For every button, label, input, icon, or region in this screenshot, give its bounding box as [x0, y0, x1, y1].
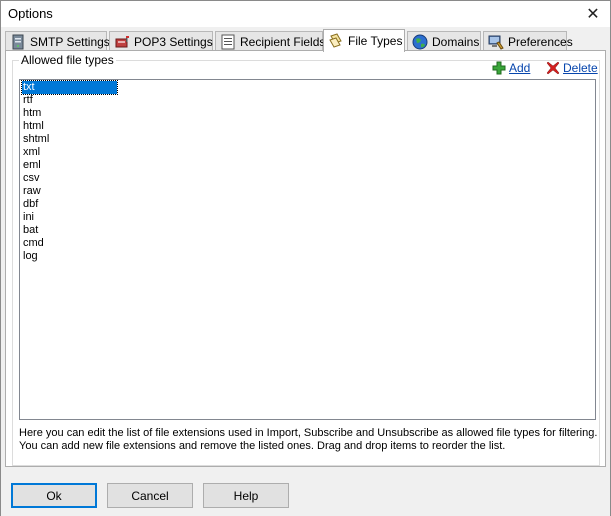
file-types-panel: Allowed file types Add Delete txt rtf htm h…: [5, 50, 606, 467]
list-item[interactable]: xml: [22, 146, 41, 159]
list-item[interactable]: raw: [22, 185, 42, 198]
list-item[interactable]: rtf: [22, 94, 34, 107]
help-text: Here you can edit the list of file exten…: [19, 427, 598, 452]
ok-button[interactable]: Ok: [11, 483, 97, 508]
add-label: Add: [509, 61, 531, 75]
delete-x-icon: [546, 61, 560, 75]
globe-icon: [412, 34, 428, 49]
list-item[interactable]: bat: [22, 224, 39, 237]
tab-label: POP3 Settings: [134, 34, 213, 49]
options-dialog: Options ✕ SMTP Settings POP3 Settings Re…: [0, 0, 611, 516]
mailbox-icon: [115, 35, 129, 47]
tab-file-types[interactable]: File Types: [323, 29, 405, 52]
list-item[interactable]: shtml: [22, 133, 50, 146]
tab-strip: SMTP Settings POP3 Settings Recipient Fi…: [5, 29, 605, 52]
delete-label: Delete: [563, 61, 598, 75]
close-icon: ✕: [586, 6, 600, 23]
title-bar: Options ✕: [1, 1, 610, 27]
tab-label: Recipient Fields: [240, 34, 326, 49]
list-item[interactable]: dbf: [22, 198, 39, 211]
help-button[interactable]: Help: [203, 483, 289, 508]
add-button[interactable]: Add: [492, 61, 530, 75]
list-item[interactable]: eml: [22, 159, 42, 172]
server-icon: [12, 34, 24, 49]
list-item[interactable]: txt: [21, 80, 118, 95]
delete-button[interactable]: Delete: [546, 61, 598, 75]
tab-label: Domains: [432, 34, 480, 49]
tab-domains[interactable]: Domains: [407, 31, 481, 51]
tab-label: SMTP Settings: [30, 34, 110, 49]
list-item[interactable]: cmd: [22, 237, 45, 250]
preferences-icon: [488, 35, 504, 50]
button-bar: Ok Cancel Help: [1, 469, 610, 516]
form-icon: [221, 34, 235, 49]
list-item[interactable]: htm: [22, 107, 42, 120]
file-types-list[interactable]: txt rtf htm html shtml xml eml csv raw dbf ini bat c…: [19, 79, 596, 420]
ok-label: Ok: [46, 488, 62, 503]
list-item[interactable]: ini: [22, 211, 35, 224]
file-types-icon: [329, 33, 342, 48]
tab-label: Preferences: [508, 34, 573, 49]
list-item[interactable]: csv: [22, 172, 41, 185]
window-title: Options: [8, 6, 53, 21]
plus-icon: [492, 61, 506, 75]
help-label: Help: [233, 488, 259, 503]
list-item[interactable]: log: [22, 250, 39, 263]
close-button[interactable]: ✕: [576, 1, 610, 27]
tab-label: File Types: [348, 34, 403, 48]
tab-recipient-fields[interactable]: Recipient Fields: [215, 31, 326, 51]
tab-pop3-settings[interactable]: POP3 Settings: [109, 31, 213, 51]
cancel-label: Cancel: [131, 488, 169, 503]
group-label: Allowed file types: [19, 53, 116, 67]
list-item[interactable]: html: [22, 120, 45, 133]
tab-preferences[interactable]: Preferences: [483, 31, 573, 51]
tab-smtp-settings[interactable]: SMTP Settings: [5, 31, 110, 51]
cancel-button[interactable]: Cancel: [107, 483, 193, 508]
